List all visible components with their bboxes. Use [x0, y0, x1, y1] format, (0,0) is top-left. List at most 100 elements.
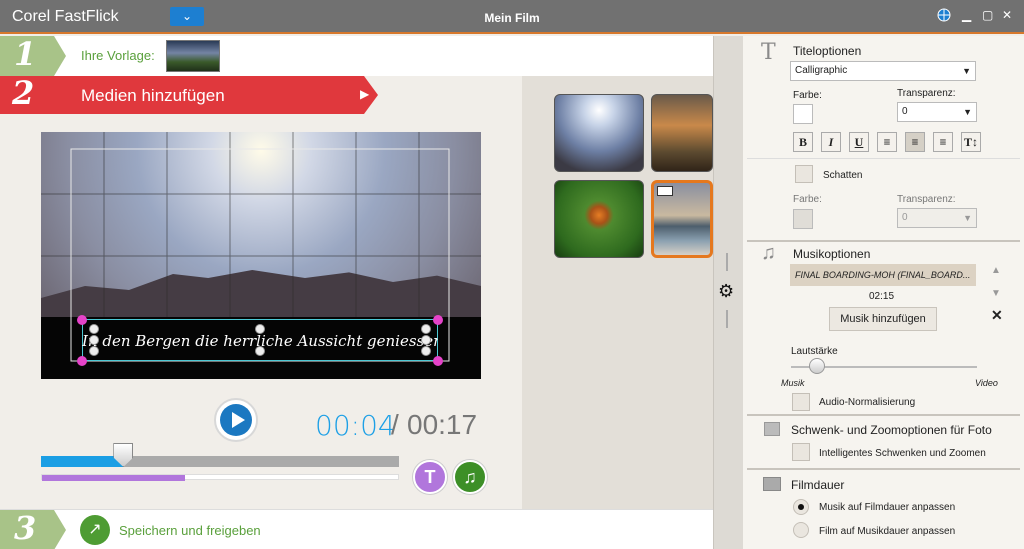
media-thumbnails — [522, 76, 713, 509]
text-handle[interactable] — [255, 346, 265, 356]
music-duration: 02:15 — [869, 291, 895, 302]
window-title: Mein Film — [484, 11, 540, 25]
film-strip-icon — [763, 477, 781, 491]
play-button[interactable] — [214, 398, 258, 442]
shadow-color-label: Farbe: — [793, 194, 822, 205]
add-music-button[interactable]: Musik hinzufügen — [829, 307, 937, 331]
current-time: 00:04 — [315, 409, 396, 442]
title-bar: Corel FastFlick ⌄ Mein Film ▁ ▢ ✕ — [0, 0, 1024, 34]
chevron-right-icon: ▶ — [360, 87, 370, 101]
bold-button[interactable]: B — [793, 132, 813, 152]
media-stage: 2 Medien hinzufügen ▶ In den Bergen die … — [0, 76, 713, 509]
timeline-progress — [41, 456, 124, 467]
text-handle[interactable] — [89, 335, 99, 345]
template-thumbnail[interactable] — [166, 40, 220, 72]
minimize-icon[interactable]: ▁ — [962, 8, 971, 22]
smart-pan-zoom-label: Intelligentes Schwenken und Zoomen — [819, 448, 986, 459]
italic-button[interactable]: I — [821, 132, 841, 152]
add-title-button[interactable]: T — [413, 460, 447, 494]
step-2-number: 2 — [12, 74, 35, 112]
resize-handle[interactable] — [433, 356, 443, 366]
media-thumbnail-selected[interactable] — [651, 180, 713, 258]
splitter-grip[interactable] — [726, 253, 728, 271]
font-select[interactable]: Calligraphic ▼ — [790, 61, 976, 81]
fit-music-label: Musik auf Filmdauer anpassen — [819, 502, 956, 513]
audio-normalize-label: Audio-Normalisierung — [819, 397, 916, 408]
music-note-icon: ♫ — [761, 242, 776, 264]
share-icon[interactable]: ↗ — [80, 515, 110, 545]
title-options-icon: T — [761, 40, 776, 65]
smart-pan-zoom-checkbox[interactable] — [792, 443, 810, 461]
title-options-heading: Titeloptionen — [793, 44, 862, 58]
time-separator: / — [391, 409, 399, 440]
step-3-bar[interactable]: 3 ↗ Speichern und freigeben — [0, 509, 713, 549]
text-color-picker[interactable] — [793, 104, 813, 124]
remove-music-icon[interactable]: ✕ — [991, 307, 1003, 324]
move-down-icon[interactable]: ▼ — [991, 288, 1001, 299]
step-2-label: Medien hinzufügen — [81, 86, 225, 105]
transparency-select[interactable]: 0 ▼ — [897, 102, 977, 122]
text-handle[interactable] — [421, 346, 431, 356]
resize-handle[interactable] — [433, 315, 443, 325]
align-right-button[interactable]: ≡ — [933, 132, 953, 152]
slider-right-label: Video — [975, 378, 998, 388]
splitter-grip[interactable] — [726, 310, 728, 328]
text-handle[interactable] — [421, 324, 431, 334]
shadow-transparency-label: Transparenz: — [897, 194, 956, 205]
options-panel: T Titeloptionen Calligraphic ▼ Farbe: Tra… — [743, 36, 1024, 549]
shadow-transparency-select[interactable]: 0 ▼ — [897, 208, 977, 228]
fit-music-radio[interactable] — [793, 499, 809, 515]
text-handle[interactable] — [89, 324, 99, 334]
video-icon — [657, 186, 673, 196]
volume-slider-thumb[interactable] — [809, 358, 826, 374]
section-divider — [747, 240, 1020, 242]
step-3-number: 3 — [0, 510, 66, 549]
pan-zoom-icon — [764, 422, 780, 436]
movie-duration-heading: Filmdauer — [791, 478, 845, 492]
step-1-number: 1 — [0, 36, 66, 76]
step-1-bar[interactable]: 1 Ihre Vorlage: — [0, 36, 713, 76]
section-divider — [747, 414, 1020, 416]
shadow-checkbox[interactable] — [795, 165, 813, 183]
resize-handle[interactable] — [77, 315, 87, 325]
volume-label: Lautstärke — [791, 346, 838, 357]
shadow-color-picker[interactable] — [793, 209, 813, 229]
step-2-bar[interactable]: 2 Medien hinzufügen ▶ — [0, 76, 378, 114]
template-label: Ihre Vorlage: — [81, 48, 155, 63]
close-icon[interactable]: ✕ — [1002, 8, 1012, 22]
gear-icon[interactable]: ⚙ — [718, 281, 734, 302]
audio-normalize-checkbox[interactable] — [792, 393, 810, 411]
pan-zoom-heading: Schwenk- und Zoomoptionen für Foto — [791, 423, 992, 437]
fit-movie-label: Film auf Musikdauer anpassen — [819, 526, 956, 537]
music-options-heading: Musikoptionen — [793, 247, 871, 261]
total-time: 00:17 — [407, 409, 478, 440]
media-thumbnail[interactable] — [554, 94, 644, 172]
slider-left-label: Musik — [781, 378, 805, 388]
text-handle[interactable] — [255, 324, 265, 334]
media-thumbnail[interactable] — [651, 94, 713, 172]
section-divider — [747, 468, 1020, 470]
maximize-icon[interactable]: ▢ — [982, 8, 993, 22]
title-track[interactable] — [41, 474, 399, 481]
text-handle[interactable] — [89, 346, 99, 356]
shadow-label: Schatten — [823, 170, 863, 181]
resize-handle[interactable] — [77, 356, 87, 366]
video-preview[interactable]: In den Bergen die herrliche Aussicht gen… — [41, 132, 481, 379]
divider — [747, 158, 1020, 159]
move-up-icon[interactable]: ▲ — [991, 265, 1001, 276]
fit-movie-radio[interactable] — [793, 522, 809, 538]
align-center-button[interactable]: ≡ — [905, 132, 925, 152]
text-direction-button[interactable]: T↕ — [961, 132, 981, 152]
globe-icon[interactable] — [937, 8, 951, 25]
music-file-name[interactable]: FINAL BOARDING-MOH (FINAL_BOARD... — [790, 264, 976, 286]
add-music-button[interactable]: ♫ — [453, 460, 487, 494]
title-track-segment[interactable] — [42, 475, 186, 481]
underline-button[interactable]: U — [849, 132, 869, 152]
align-left-button[interactable]: ≡ — [877, 132, 897, 152]
color-label: Farbe: — [793, 90, 822, 101]
text-handle[interactable] — [421, 335, 431, 345]
media-thumbnail[interactable] — [554, 180, 644, 258]
timeline-track[interactable] — [41, 456, 399, 467]
save-share-label[interactable]: Speichern und freigeben — [119, 523, 261, 538]
play-icon — [220, 404, 252, 436]
